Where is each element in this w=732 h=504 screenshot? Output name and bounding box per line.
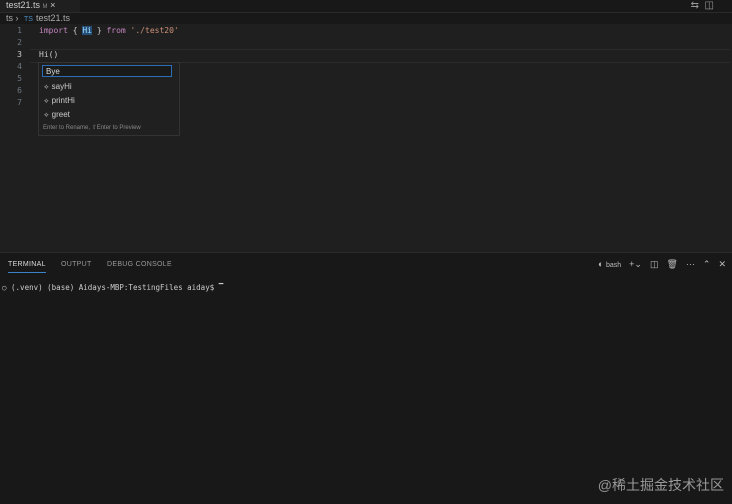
tab-test21[interactable]: test21.ts M × [0, 0, 80, 12]
terminal-output[interactable]: ○ (.venv) (base) Aidays-MBP:TestingFiles… [2, 283, 223, 292]
line-number: 2 [17, 38, 22, 47]
line-number: 5 [17, 74, 22, 83]
breadcrumb: ts › TS test21.ts [6, 13, 70, 23]
terminal-icon: ◐ [598, 259, 604, 269]
compare-icon[interactable]: ⇆ [691, 0, 699, 11]
symbol-icon: ⟡ [44, 84, 49, 91]
rename-suggestion[interactable]: ⟡ greet [44, 110, 70, 120]
terminal-shell[interactable]: ◐ bash [598, 259, 621, 270]
maximize-icon[interactable]: ⌃ [703, 259, 711, 270]
close-icon[interactable]: × [50, 0, 55, 10]
terminal-prompt: (.venv) (base) Aidays-MBP:TestingFiles a… [11, 283, 219, 292]
trash-icon[interactable]: 🗑 [666, 259, 677, 270]
tab-terminal[interactable]: TERMINAL [8, 261, 46, 273]
suggestion-label: printHi [51, 96, 75, 105]
suggestion-label: sayHi [51, 82, 72, 91]
line-number: 6 [17, 86, 22, 95]
rename-suggestion[interactable]: ⟡ sayHi [44, 82, 72, 92]
current-line-highlight [30, 49, 730, 63]
breadcrumb-folder[interactable]: ts [6, 13, 13, 23]
code-text: import { Hi } from './test20' [39, 26, 179, 35]
watermark: @稀土掘金技术社区 [597, 477, 724, 493]
rename-widget: ⟡sayHi ⟡printHi ⟡greet Enter to Rename, … [38, 62, 180, 136]
rename-suggestion[interactable]: ⟡ printHi [44, 96, 75, 106]
line-number: 7 [17, 98, 22, 107]
suggestion-label: greet [51, 110, 70, 119]
line-number: 4 [17, 62, 22, 71]
code-text: Hi() [39, 50, 59, 59]
symbol-icon: ⟡ [44, 112, 49, 119]
rename-hint: Enter to Rename, ⇧Enter to Preview [43, 125, 141, 131]
modified-flag: M [42, 4, 48, 10]
line-number: 3 [17, 50, 22, 59]
close-panel-icon[interactable]: ✕ [718, 259, 726, 270]
panel: TERMINAL OUTPUT DEBUG CONSOLE ◐ bash +⌄ … [0, 252, 732, 504]
more-icon[interactable]: ··· [686, 259, 695, 270]
tab-output[interactable]: OUTPUT [61, 261, 92, 268]
shell-label: bash [605, 262, 622, 269]
tab-bar: test21.ts M × ⇆ ◫ [0, 0, 732, 13]
split-editor-icon[interactable]: ◫ [705, 0, 714, 11]
rename-input[interactable] [42, 65, 172, 77]
ts-file-icon: TS [24, 16, 33, 23]
editor[interactable]: 1 import { Hi } from './test20' 2 3 Hi() 4 5 6 7… [0, 24, 732, 252]
breadcrumb-file[interactable]: test21.ts [36, 13, 70, 23]
split-terminal-icon[interactable]: ◫ [650, 259, 659, 270]
tab-debug-console[interactable]: DEBUG CONSOLE [107, 261, 172, 268]
line-number: 1 [17, 26, 22, 35]
tab-label: test21.ts [6, 0, 41, 10]
new-terminal-icon[interactable]: +⌄ [629, 259, 642, 270]
symbol-icon: ⟡ [44, 98, 49, 105]
